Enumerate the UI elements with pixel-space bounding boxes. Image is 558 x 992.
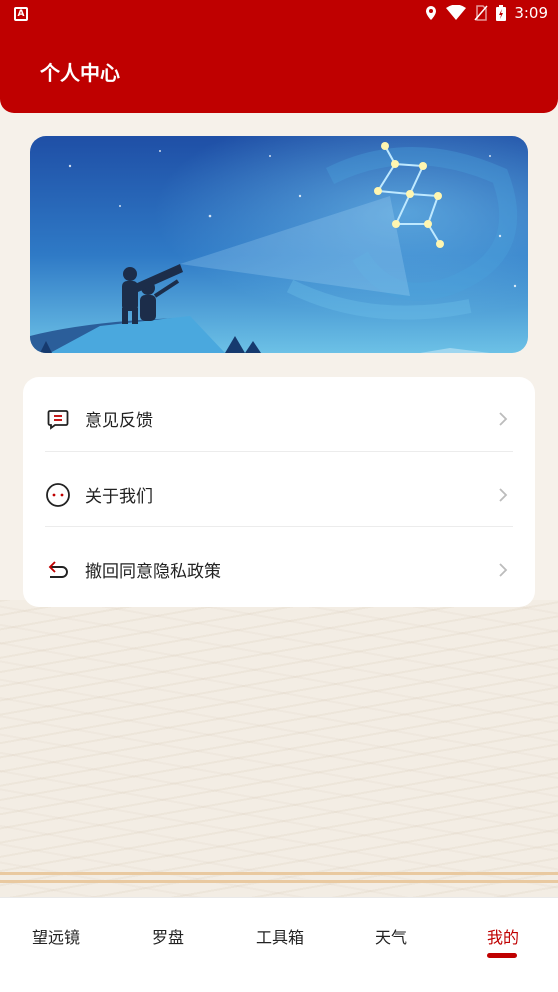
- divider: [45, 451, 513, 452]
- nav-mine[interactable]: 我的: [487, 924, 519, 948]
- chevron-right-icon: [499, 562, 508, 577]
- banner-image: [30, 136, 528, 353]
- active-tab-indicator: [487, 953, 517, 958]
- paper-background: [0, 600, 558, 900]
- about-face-icon: [45, 482, 71, 508]
- status-icons: 3:09: [424, 4, 548, 22]
- wifi-icon: [446, 5, 467, 20]
- paper-decorative-lines: [0, 872, 558, 892]
- nav-compass[interactable]: 罗盘: [152, 924, 184, 948]
- a-badge-icon: A: [14, 7, 28, 21]
- chevron-right-icon: [499, 487, 508, 502]
- nav-telescope[interactable]: 望远镜: [32, 924, 80, 948]
- stargazing-illustration: [30, 136, 528, 353]
- menu-item-feedback[interactable]: 意见反馈: [45, 381, 513, 456]
- nav-toolbox[interactable]: 工具箱: [256, 924, 304, 948]
- status-bar: A 3:09: [0, 0, 558, 30]
- menu-item-label: 意见反馈: [85, 411, 153, 431]
- status-time: 3:09: [514, 4, 548, 22]
- settings-menu-card: 意见反馈 关于我们 撤回同意隐私政策: [23, 377, 535, 607]
- page-title: 个人中心: [40, 61, 120, 85]
- divider: [45, 526, 513, 527]
- nav-weather[interactable]: 天气: [375, 924, 407, 948]
- feedback-icon: [45, 406, 71, 432]
- menu-item-about-us[interactable]: 关于我们: [45, 457, 513, 532]
- undo-icon: [45, 557, 71, 583]
- menu-item-label: 关于我们: [85, 487, 153, 507]
- battery-charging-icon: [496, 5, 507, 21]
- location-icon: [426, 6, 437, 20]
- menu-item-label: 撤回同意隐私政策: [85, 562, 221, 582]
- bottom-navigation: 望远镜 罗盘 工具箱 天气 我的: [0, 897, 558, 992]
- menu-item-revoke-privacy[interactable]: 撤回同意隐私政策: [45, 532, 513, 607]
- chevron-right-icon: [499, 411, 508, 426]
- header-bar: A 3:09 个人中心: [0, 0, 558, 113]
- no-sim-icon: [474, 5, 488, 21]
